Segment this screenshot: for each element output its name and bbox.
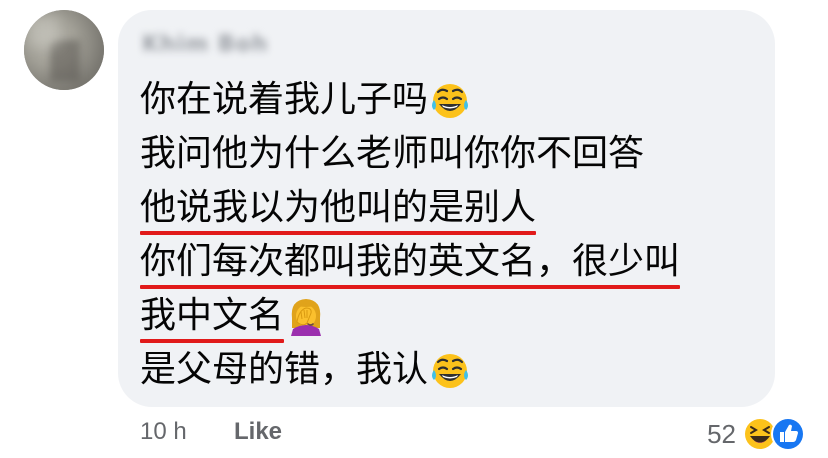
comment-line-2: 我问他为什么老师叫你你不回答 (140, 134, 644, 174)
comment-line-4: 你们每次都叫我的英文名，很少叫 (140, 241, 681, 289)
comment-text-3: 他说我以为他叫的是别人 (140, 187, 537, 228)
author-name[interactable]: Khim Boh (142, 32, 268, 57)
comment-line-6: 是父母的错，我认 (140, 350, 470, 390)
comment-author[interactable]: Khim Boh (142, 30, 268, 58)
comment-text-5: 我中文名 (140, 295, 285, 336)
comment-text-1: 你在说着我儿子吗 (140, 79, 429, 120)
red-underline (140, 285, 681, 289)
comment-line-3: 他说我以为他叫的是别人 (140, 187, 537, 235)
avatar[interactable] (24, 10, 104, 90)
comment-bubble: Khim Boh 你在说着我儿子吗 我问他为什么老师叫你你不回答 他说我以为他叫… (118, 10, 775, 407)
comment-text-6: 是父母的错，我认 (140, 349, 429, 390)
laughing-tears-emoji (432, 84, 469, 118)
red-underline (140, 231, 537, 235)
like-button[interactable]: Like (234, 418, 282, 446)
underlined-text: 你们每次都叫我的英文名，很少叫 (140, 241, 681, 289)
woman-facepalming-emoji (291, 299, 322, 336)
red-underline (140, 339, 285, 343)
laughing-tears-emoji (432, 354, 469, 388)
comment-text-2: 我问他为什么老师叫你你不回答 (140, 133, 645, 174)
underlined-text: 他说我以为他叫的是别人 (140, 187, 537, 235)
reactions-summary[interactable]: 52 (707, 414, 806, 454)
underlined-text: 我中文名 (140, 295, 285, 343)
comment-line-1: 你在说着我儿子吗 (140, 80, 470, 120)
comment-text-4: 你们每次都叫我的英文名，很少叫 (140, 241, 681, 282)
like-reaction-icon (771, 417, 805, 451)
reaction-count[interactable]: 52 (707, 419, 736, 450)
comment-line-5: 我中文名 (140, 295, 326, 343)
comment-timestamp[interactable]: 10 h (140, 418, 187, 446)
